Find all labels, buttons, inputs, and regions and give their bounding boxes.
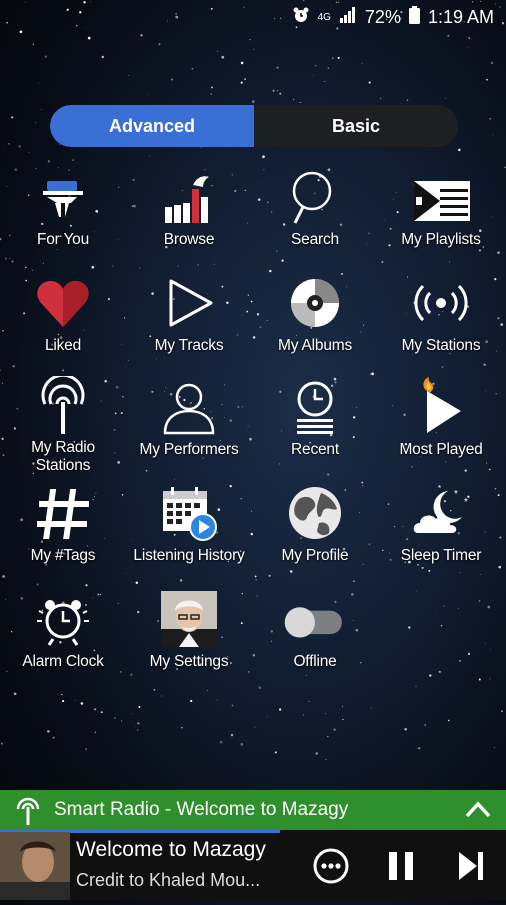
tile-label: Liked (44, 337, 82, 354)
tile-my-profile[interactable]: My Profile (252, 481, 378, 581)
tile-label: Sleep Timer (400, 547, 482, 564)
butler-icon (31, 165, 95, 229)
clock-time: 1:19 AM (427, 7, 494, 27)
toggle-switch-icon[interactable] (283, 587, 347, 651)
tile-label: My Stations (401, 337, 481, 354)
heart-icon (31, 271, 95, 335)
tile-label: Listening History (133, 547, 245, 564)
play-fire-icon (409, 375, 473, 439)
playlist-flag-icon (409, 165, 473, 229)
tab-basic[interactable]: Basic (254, 105, 458, 147)
moon-cloud-icon: * * * (409, 481, 473, 545)
smart-radio-bar[interactable]: Smart Radio - Welcome to Mazagy (0, 790, 506, 830)
status-bar: 4G 72% 1:19 AM (0, 0, 506, 36)
tile-label: Alarm Clock (22, 653, 104, 670)
svg-text:*: * (438, 484, 441, 493)
tile-offline[interactable]: Offline (252, 587, 378, 687)
network-type: 4G (317, 12, 331, 23)
tile-label: For You (36, 231, 90, 248)
alarm-status-icon (292, 6, 310, 29)
tile-browse[interactable]: Browse (126, 165, 252, 265)
radio-tower-icon (31, 375, 95, 437)
skip-next-icon[interactable] (456, 850, 486, 887)
radio-tower-icon (14, 795, 42, 825)
chevron-up-icon[interactable] (464, 798, 492, 822)
tile-for-you[interactable]: For You (0, 165, 126, 265)
calendar-play-icon (157, 481, 221, 545)
tile-label: My #Tags (30, 547, 96, 564)
tile-label: My Playlists (401, 231, 481, 248)
tile-label: My Radio Stations (31, 439, 95, 474)
tile-label: My Performers (139, 441, 239, 458)
tab-advanced[interactable]: Advanced (50, 105, 254, 147)
tile-my-playlists[interactable]: My Playlists (378, 165, 504, 265)
hashtag-icon (31, 481, 95, 545)
clock-stack-icon (283, 375, 347, 439)
signal-icon (339, 7, 357, 28)
tile-my-stations[interactable]: My Stations (378, 271, 504, 371)
pause-icon[interactable] (386, 850, 416, 887)
tile-label: My Albums (278, 337, 352, 354)
smart-radio-title: Smart Radio - Welcome to Mazagy (54, 799, 349, 820)
battery-percent: 72% (364, 7, 401, 27)
search-icon (283, 165, 347, 229)
tile-recent[interactable]: Recent (252, 375, 378, 475)
tile-label: My Tracks (154, 337, 224, 354)
disc-icon (283, 271, 347, 335)
person-icon (157, 375, 221, 439)
tile-label: My Profile (281, 547, 349, 564)
tile-my-radio-stations[interactable]: My Radio Stations (0, 375, 126, 475)
tile-label: Offline (293, 653, 337, 670)
svg-text:*: * (464, 497, 468, 508)
tile-my-tracks[interactable]: My Tracks (126, 271, 252, 371)
broadcast-icon (409, 271, 473, 335)
tile-most-played[interactable]: Most Played (378, 375, 504, 475)
tile-label: Recent (291, 441, 339, 458)
tile-my-performers[interactable]: My Performers (126, 375, 252, 475)
album-art[interactable] (0, 832, 70, 900)
more-options-icon[interactable] (312, 847, 350, 890)
mode-toggle: Advanced Basic (50, 105, 458, 147)
svg-text:*: * (454, 489, 458, 500)
tile-my-settings[interactable]: My Settings (126, 587, 252, 687)
tile-my-tags[interactable]: My #Tags (0, 481, 126, 581)
play-outline-icon (157, 271, 221, 335)
tile-label: Browse (163, 231, 215, 248)
alarm-clock-icon (31, 587, 95, 651)
tile-listening-history[interactable]: Listening History (126, 481, 252, 581)
tile-sleep-timer[interactable]: * * * Sleep Timer (378, 481, 504, 581)
tile-label: Search (291, 231, 339, 248)
tile-my-albums[interactable]: My Albums (252, 271, 378, 371)
tile-alarm-clock[interactable]: Alarm Clock (0, 587, 126, 687)
battery-icon (408, 6, 420, 29)
tile-search[interactable]: Search (252, 165, 378, 265)
track-subtitle: Credit to Khaled Mou... (76, 870, 261, 890)
bars-chart-icon (157, 165, 221, 229)
globe-icon (283, 481, 347, 545)
track-title: Welcome to Mazagy (76, 838, 266, 861)
tile-label: Most Played (399, 441, 483, 458)
tile-label: My Settings (149, 653, 229, 670)
settings-avatar-icon (157, 587, 221, 651)
tile-liked[interactable]: Liked (0, 271, 126, 371)
